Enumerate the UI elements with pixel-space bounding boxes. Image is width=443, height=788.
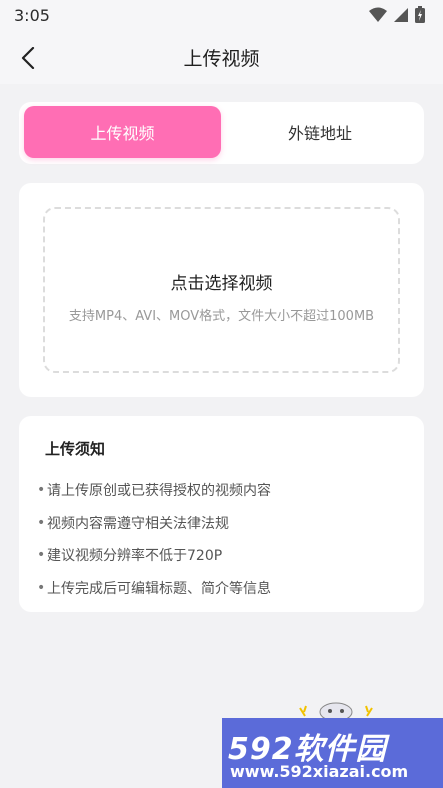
wifi-icon (369, 7, 387, 22)
notice-card: 上传须知 • 请上传原创或已获得授权的视频内容 • 视频内容需遵守相关法律法规 … (19, 416, 424, 612)
notice-list: • 请上传原创或已获得授权的视频内容 • 视频内容需遵守相关法律法规 • 建议视… (37, 474, 271, 604)
notice-item-text: 上传完成后可编辑标题、简介等信息 (47, 580, 271, 597)
notice-title: 上传须知 (45, 440, 106, 458)
bullet-icon: • (37, 579, 46, 596)
tab-external-link[interactable]: 外链地址 (221, 106, 419, 158)
upload-title: 点击选择视频 (170, 274, 273, 294)
page-title: 上传视频 (183, 48, 260, 70)
battery-icon (415, 6, 425, 23)
bullet-icon: • (37, 547, 46, 564)
list-item: • 上传完成后可编辑标题、简介等信息 (37, 572, 271, 605)
watermark-logo: 592软件园 www.592xiazai.com (222, 718, 443, 788)
nav-bar: 上传视频 (0, 32, 443, 84)
upload-dropzone[interactable]: 点击选择视频 支持MP4、AVI、MOV格式，文件大小不超过100MB (43, 207, 400, 373)
list-item: • 请上传原创或已获得授权的视频内容 (37, 474, 271, 507)
notice-item-text: 请上传原创或已获得授权的视频内容 (47, 483, 271, 500)
status-icons (369, 6, 425, 23)
bullet-icon: • (37, 482, 46, 499)
watermark-url: www.592xiazai.com (230, 762, 409, 781)
upload-card: 点击选择视频 支持MP4、AVI、MOV格式，文件大小不超过100MB (19, 183, 424, 397)
notice-item-text: 建议视频分辨率不低于720P (47, 548, 223, 565)
signal-icon (394, 7, 408, 22)
notice-item-text: 视频内容需遵守相关法律法规 (47, 515, 229, 532)
list-item: • 视频内容需遵守相关法律法规 (37, 507, 271, 540)
tab-upload-video[interactable]: 上传视频 (24, 106, 221, 158)
status-time: 3:05 (14, 6, 50, 25)
list-item: • 建议视频分辨率不低于720P (37, 539, 271, 572)
bullet-icon: • (37, 514, 46, 531)
tab-switcher: 上传视频 外链地址 (19, 102, 424, 164)
upload-hint: 支持MP4、AVI、MOV格式，文件大小不超过100MB (68, 309, 375, 324)
status-bar: 3:05 (0, 0, 443, 32)
